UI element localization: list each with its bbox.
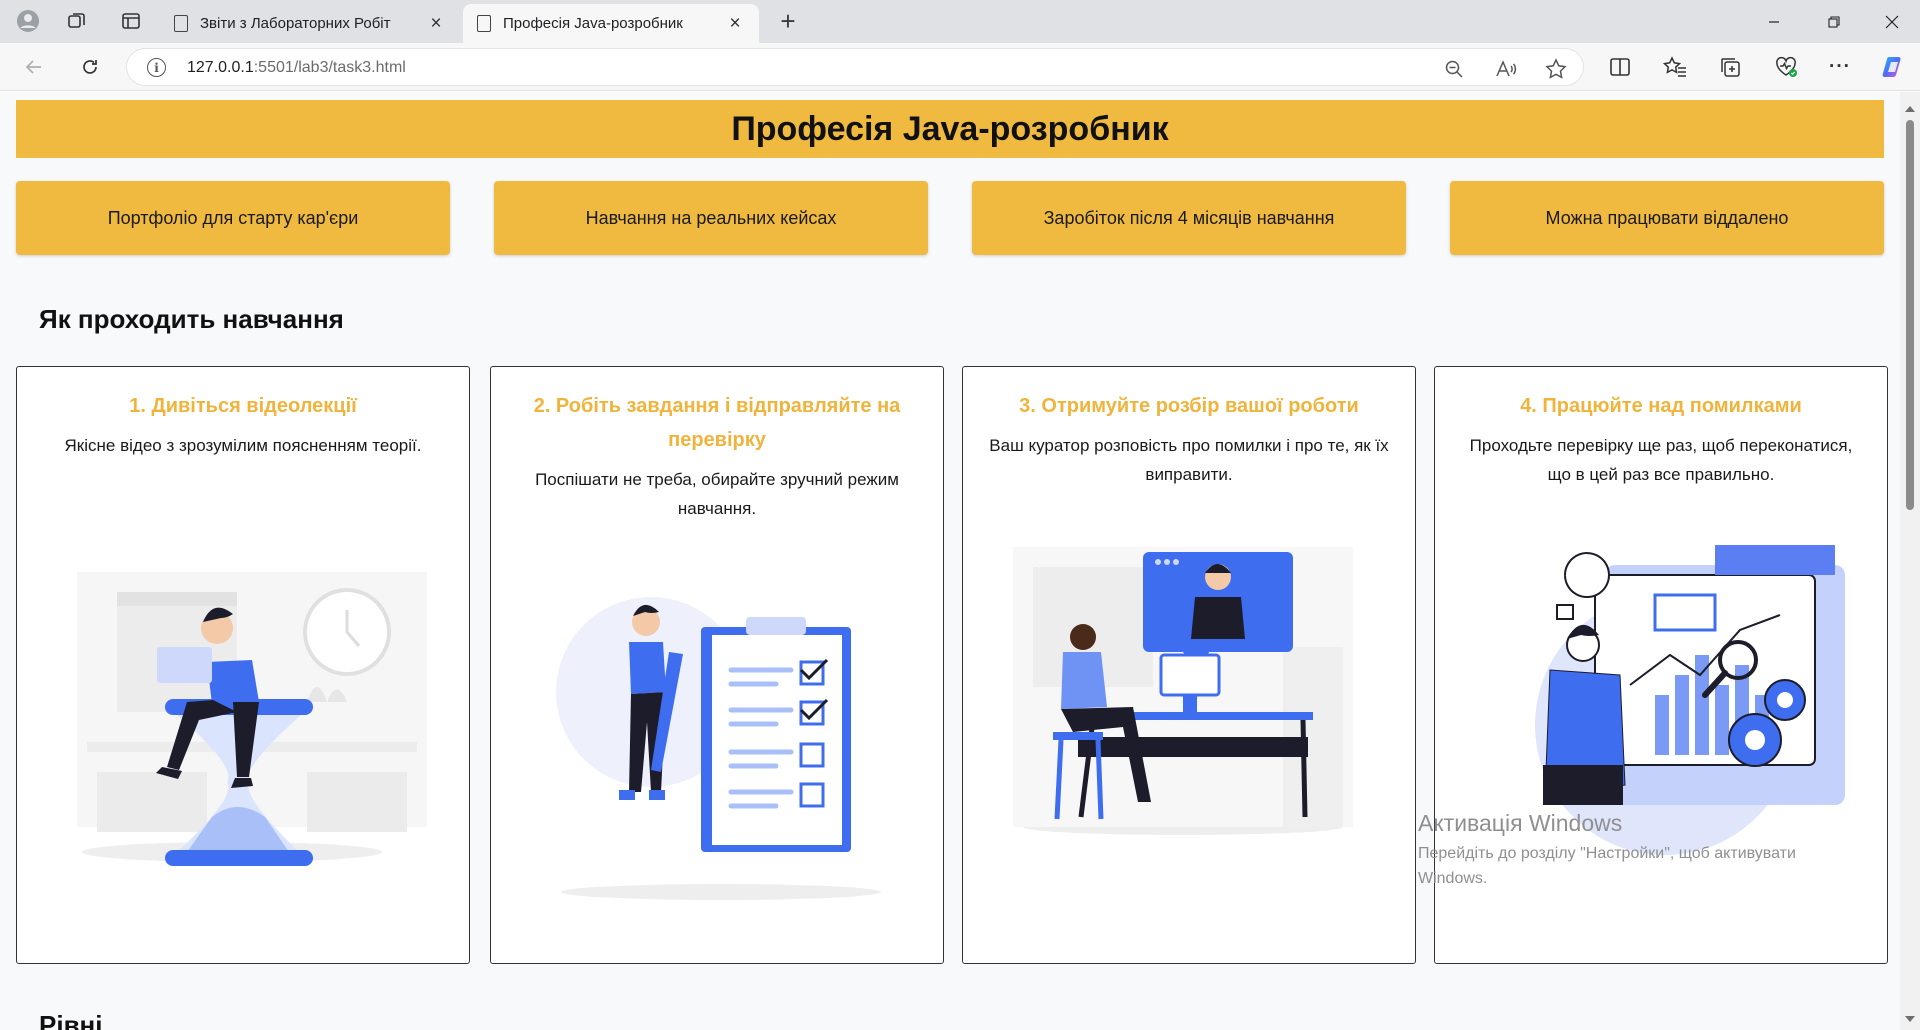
checklist-illustration bbox=[511, 582, 925, 912]
collections-icon[interactable] bbox=[1717, 54, 1743, 80]
profile-icon[interactable] bbox=[14, 7, 42, 35]
step-title: 1. Дивіться відеолекції bbox=[129, 395, 357, 417]
favorite-star-icon[interactable] bbox=[1545, 58, 1567, 80]
read-aloud-icon[interactable] bbox=[1495, 58, 1517, 80]
video-lesson-illustration bbox=[37, 552, 451, 882]
step-title: 3. Отримуйте розбір вашої роботи bbox=[1019, 395, 1359, 417]
tab-actions-icon[interactable] bbox=[117, 7, 145, 35]
step-card-tasks: 2. Робіть завдання і відправляйте на пер… bbox=[490, 366, 944, 964]
step-text: Поспішати не треба, обирайте зручний реж… bbox=[535, 470, 899, 518]
step-title: 2. Робіть завдання і відправляйте на пер… bbox=[533, 395, 901, 451]
url-host: 127.0.0.1 bbox=[187, 59, 254, 76]
tab-bar: Звіти з Лабораторних Робіт × Професія Ja… bbox=[0, 0, 1920, 43]
next-section-title: Рівні bbox=[39, 1010, 103, 1030]
step-text: Якісне відео з зрозумілим поясненням тео… bbox=[64, 436, 422, 455]
url-path: :5501/lab3/task3.html bbox=[253, 59, 406, 76]
tab-title: Звіти з Лабораторних Робіт bbox=[200, 15, 391, 32]
browser-essentials-icon[interactable] bbox=[1773, 54, 1799, 80]
scroll-up-icon[interactable] bbox=[1905, 106, 1915, 112]
section-title: Як проходить навчання bbox=[39, 304, 344, 334]
more-menu-icon[interactable]: ··· bbox=[1827, 54, 1853, 80]
mentor-review-illustration bbox=[983, 527, 1397, 857]
feature-portfolio: Портфоліо для старту кар'єри bbox=[16, 181, 450, 255]
new-tab-icon[interactable]: + bbox=[774, 6, 802, 36]
scroll-down-icon[interactable] bbox=[1905, 1016, 1915, 1022]
windows-activation-watermark: Активація Windows Перейдіть до розділу "… bbox=[1418, 810, 1858, 891]
document-icon bbox=[174, 15, 188, 32]
feature-remote-work: Можна працювати віддалено bbox=[1450, 181, 1884, 255]
page-header-banner: Професія Java-розробник bbox=[16, 100, 1884, 158]
step-text: Проходьте перевірку ще раз, щоб перекона… bbox=[1469, 436, 1853, 484]
watermark-text: Перейдіть до розділу "Настройки", щоб ак… bbox=[1418, 845, 1796, 887]
page-scrollbar[interactable] bbox=[1900, 92, 1920, 1030]
copilot-icon[interactable] bbox=[1880, 54, 1906, 80]
close-icon[interactable]: × bbox=[426, 13, 446, 34]
restore-icon[interactable] bbox=[1806, 0, 1862, 43]
close-icon[interactable]: × bbox=[725, 13, 745, 34]
reload-icon[interactable] bbox=[74, 51, 106, 83]
watermark-title: Активація Windows bbox=[1418, 810, 1623, 836]
step-card-videos: 1. Дивіться відеолекції Якісне відео з з… bbox=[16, 366, 470, 964]
workspaces-icon[interactable] bbox=[63, 7, 91, 35]
site-info-icon[interactable]: i bbox=[147, 58, 166, 77]
feature-real-cases: Навчання на реальних кейсах bbox=[494, 181, 928, 255]
page-title: Професія Java-розробник bbox=[731, 109, 1169, 148]
window-close-icon[interactable] bbox=[1864, 0, 1920, 43]
split-screen-icon[interactable] bbox=[1607, 54, 1633, 80]
step-title: 4. Працюйте над помилками bbox=[1520, 395, 1802, 417]
back-icon[interactable] bbox=[18, 51, 50, 83]
zoom-out-icon[interactable] bbox=[1443, 58, 1465, 80]
favorites-icon[interactable] bbox=[1662, 54, 1688, 80]
tab-lab-reports[interactable]: Звіти з Лабораторних Робіт × bbox=[160, 4, 460, 43]
step-card-review: 3. Отримуйте розбір вашої роботи Ваш кур… bbox=[962, 366, 1416, 964]
minimize-icon[interactable] bbox=[1746, 0, 1802, 43]
url-field[interactable]: i 127.0.0.1:5501/lab3/task3.html bbox=[126, 48, 1584, 86]
step-text: Ваш куратор розповість про помилки і про… bbox=[989, 436, 1389, 484]
document-icon bbox=[477, 15, 491, 32]
url-text: 127.0.0.1:5501/lab3/task3.html bbox=[187, 59, 406, 77]
address-bar: i 127.0.0.1:5501/lab3/task3.html ··· bbox=[0, 43, 1920, 91]
tab-java-developer[interactable]: Професія Java-розробник × bbox=[463, 4, 759, 43]
scrollbar-thumb[interactable] bbox=[1906, 120, 1914, 510]
tab-title: Професія Java-розробник bbox=[503, 15, 683, 32]
feature-earnings: Заробіток після 4 місяців навчання bbox=[972, 181, 1406, 255]
